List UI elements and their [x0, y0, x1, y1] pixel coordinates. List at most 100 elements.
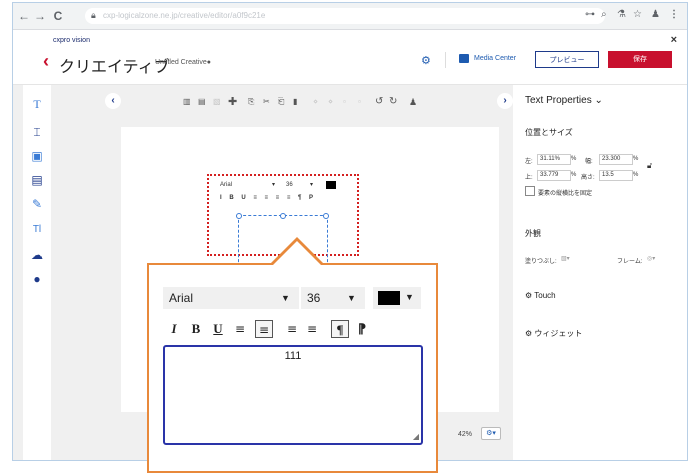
back-icon[interactable]: ← [17, 8, 31, 24]
bold-button[interactable]: B [187, 320, 205, 338]
widget-section[interactable]: ⚙ ウィジェット [525, 328, 582, 339]
height-unit: % [633, 172, 639, 178]
touch-gear-icon: ⚙ [525, 291, 535, 300]
user-icon[interactable]: ♟ [409, 95, 417, 109]
underline-button[interactable]: U [209, 320, 227, 338]
bring-forward-icon[interactable]: ⋄ [313, 95, 318, 109]
media-center-icon[interactable] [459, 54, 469, 63]
reload-icon[interactable]: C [51, 8, 65, 24]
aspect-lock-icon[interactable]: 🔓︎ [647, 161, 652, 171]
mini-size-select[interactable]: 36 [286, 180, 293, 190]
text-content-area[interactable]: 111 ◢ [163, 345, 423, 445]
widget-label: ウィジェット [534, 329, 583, 338]
key-icon[interactable]: ⊶ [585, 9, 595, 20]
align-right-button[interactable]: ≡ [279, 320, 297, 338]
collapse-left-icon[interactable]: ‹ [105, 93, 121, 109]
properties-title[interactable]: Text Properties ⌄ [525, 95, 603, 106]
text-tool-icon[interactable]: T [29, 97, 45, 111]
position-size-heading: 位置とサイズ [525, 128, 573, 137]
align-left-button[interactable]: ≡ [235, 320, 253, 338]
aspect-ratio-label: 要素の縦横比を固定 [538, 191, 593, 197]
font-family-select[interactable]: Arial ▼ [163, 287, 299, 309]
header-divider [445, 52, 446, 68]
page-title: クリエイティブ [59, 59, 170, 76]
weather-tool-icon[interactable]: ☁ [29, 248, 45, 262]
chevron-down-icon: ▼ [281, 293, 290, 303]
add-icon[interactable]: ✚ [228, 95, 237, 109]
send-backward-icon[interactable]: ⋄ [328, 95, 333, 109]
undo-icon[interactable]: ↺ [375, 95, 383, 109]
font-size-select[interactable]: 36 ▼ [301, 287, 365, 309]
resize-handle[interactable] [236, 213, 242, 219]
mini-color-swatch[interactable] [326, 181, 336, 189]
text-box-tool-icon[interactable]: Tl [29, 223, 45, 237]
frame-dropdown[interactable]: ◎▾ [647, 255, 655, 262]
profile-icon[interactable]: ♟ [651, 9, 660, 20]
justify-button[interactable]: ≡ [303, 320, 321, 338]
media-center-link[interactable]: Media Center [474, 55, 516, 62]
browser-menu-icon[interactable]: ⋮ [669, 9, 679, 20]
browser-chrome: ← → C 🔒︎ cxp-logicalzone.ne.jp/creative/… [13, 3, 687, 30]
mini-size-arrow[interactable]: ▾ [310, 180, 313, 190]
back-chevron-icon[interactable]: ‹ [43, 52, 49, 70]
frame-label: フレーム: [617, 259, 643, 265]
address-bar[interactable]: 🔒︎ cxp-logicalzone.ne.jp/creative/editor… [85, 8, 605, 24]
mini-toolbar-format: I B U ≡ ≡ ≡ ≡ ¶ P [212, 193, 352, 203]
align-icon[interactable]: ▥ [183, 95, 191, 109]
resize-grip-icon[interactable]: ◢ [413, 432, 419, 441]
creative-name[interactable]: Untitled Creative● [155, 59, 211, 66]
mini-font-select[interactable]: Arial [220, 180, 232, 190]
fill-dropdown[interactable]: ▧▾ [561, 255, 570, 262]
crop-tool-icon[interactable]: ⌶ [29, 125, 45, 139]
url-text: cxp-logicalzone.ne.jp/creative/editor/a0… [103, 11, 266, 20]
resize-handle[interactable] [280, 213, 286, 219]
italic-button[interactable]: I [165, 320, 183, 338]
top-input[interactable]: 33.779 [537, 170, 571, 181]
extension-icon[interactable]: ⚗ [617, 9, 626, 20]
touch-section[interactable]: ⚙ Touch [525, 291, 556, 300]
mini-format-buttons[interactable]: I B U ≡ ≡ ≡ ≡ ¶ P [220, 193, 316, 203]
save-button[interactable]: 保存 [608, 51, 672, 68]
width-unit: % [633, 156, 639, 162]
mini-font-arrow[interactable]: ▾ [272, 180, 275, 190]
layer-up-icon[interactable]: ▫ [343, 95, 346, 109]
text-color-swatch [378, 291, 400, 305]
rtl-button[interactable]: ⁋ [353, 320, 371, 338]
image-tool-icon[interactable]: ▣ [29, 149, 45, 163]
height-label: 高さ: [581, 175, 595, 181]
widget-tool-icon[interactable]: ● [29, 272, 45, 286]
resize-handle[interactable] [323, 213, 329, 219]
distribute-icon[interactable]: ▤ [198, 95, 206, 109]
zoom-dropdown[interactable]: ⚙▾ [481, 427, 501, 440]
close-icon[interactable]: × [671, 34, 677, 46]
collapse-right-icon[interactable]: › [497, 93, 513, 109]
canvas-toolbar: ▥ ▤ ▧ ✚ ⎘ ✂ ⎗ ▮ ⋄ ⋄ ▫ ▫ ↺ ↻ ♟ [163, 95, 463, 109]
preview-button[interactable]: プレビュー [535, 51, 599, 68]
zoom-icon[interactable]: ⌕ [601, 9, 607, 20]
redo-icon[interactable]: ↻ [389, 95, 397, 109]
width-label: 幅: [585, 159, 593, 165]
shape-tool-icon[interactable]: ✎ [29, 197, 45, 211]
copy-icon[interactable]: ⎘ [248, 95, 254, 109]
cut-icon[interactable]: ✂ [263, 95, 270, 109]
left-input[interactable]: 31.11% [537, 154, 571, 165]
height-input[interactable]: 13.5 [599, 170, 633, 181]
ltr-button[interactable]: ¶ [331, 320, 349, 338]
forward-icon[interactable]: → [33, 8, 47, 24]
left-unit: % [571, 156, 577, 162]
align-center-button[interactable]: ≡ [255, 320, 273, 338]
settings-gear-icon[interactable]: ⚙ [421, 54, 431, 67]
grid-icon[interactable]: ▧ [213, 95, 221, 109]
bookmark-star-icon[interactable]: ☆ [633, 9, 642, 20]
layer-down-icon[interactable]: ▫ [358, 95, 361, 109]
left-toolbar: T ⌶ ▣ ▤ ✎ Tl ☁ ● [23, 85, 51, 460]
text-color-picker[interactable]: ▼ [373, 287, 421, 309]
mini-toolbar-font: Arial ▾ 36 ▾ [212, 180, 352, 190]
callout-pointer-fill [273, 241, 321, 265]
delete-icon[interactable]: ▮ [293, 95, 297, 109]
video-tool-icon[interactable]: ▤ [29, 173, 45, 187]
width-input[interactable]: 23.300 [599, 154, 633, 165]
lock-icon: 🔒︎ [91, 10, 96, 20]
paste-icon[interactable]: ⎗ [278, 95, 284, 109]
aspect-ratio-checkbox[interactable] [525, 186, 535, 196]
